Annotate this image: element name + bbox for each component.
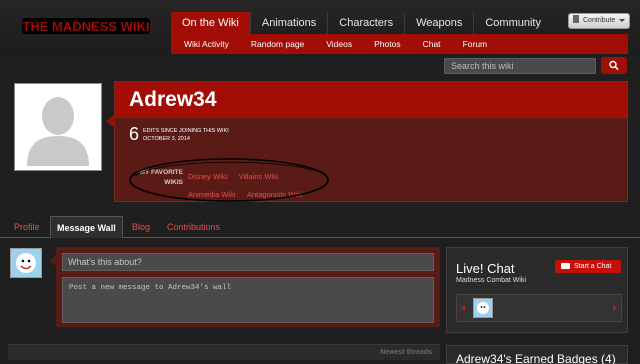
nav-subtabs: Wiki Activity Random page Videos Photos … (171, 34, 628, 54)
tab-blog[interactable]: Blog (132, 222, 150, 232)
subnav-forum[interactable]: Forum (452, 34, 499, 54)
badges-title: Adrew34's Earned Badges (4) (456, 352, 616, 364)
threads-sort-bar: Newest threads (8, 344, 440, 360)
favorite-wikis-label: MY FAVORITE WIKIS (129, 168, 183, 188)
nav-tabs: On the Wiki Animations Characters Weapon… (171, 12, 628, 34)
tab-message-wall[interactable]: Message Wall (50, 216, 123, 238)
message-composer (49, 247, 440, 327)
search-icon (609, 60, 619, 71)
nav-tab-weapons[interactable]: Weapons (404, 12, 473, 34)
user-avatar-icon (474, 299, 492, 317)
chat-users-carousel (456, 294, 622, 322)
start-chat-button[interactable]: Start a Chat (555, 260, 621, 273)
carousel-prev-icon[interactable] (461, 305, 465, 311)
subnav-chat[interactable]: Chat (412, 34, 452, 54)
nav-tab-on-the-wiki[interactable]: On the Wiki (171, 12, 250, 34)
favorite-wikis-list: Disney Wiki Villains Wiki Animedia Wiki … (188, 166, 328, 202)
favorite-wiki-link[interactable]: Villains Wiki (239, 171, 279, 183)
svg-text:THE MADNESS WIKI: THE MADNESS WIKI (22, 19, 149, 34)
nav-tab-animations[interactable]: Animations (249, 12, 327, 34)
tab-profile[interactable]: Profile (14, 222, 40, 232)
edit-count-label: EDITS SINCE JOINING THIS WIKI (143, 128, 229, 134)
start-chat-label: Start a Chat (574, 263, 612, 270)
contribute-label: Contribute (583, 17, 616, 24)
page-icon (573, 15, 579, 23)
search-input[interactable] (444, 58, 596, 74)
favorite-label-line-1: MY FAVORITE (139, 169, 183, 176)
sort-newest-threads[interactable]: Newest threads (380, 349, 432, 356)
join-date: OCTOBER 3, 2014 (143, 136, 190, 142)
favorite-label-line-2: WIKIS (164, 179, 183, 186)
user-avatar-icon (11, 249, 41, 277)
chevron-down-icon (619, 19, 625, 22)
nav-tab-characters[interactable]: Characters (327, 12, 404, 34)
subnav-random-page[interactable]: Random page (240, 34, 315, 54)
favorite-wiki-link[interactable]: Animedia Wiki (188, 189, 236, 201)
profile-masthead: Adrew34 6 EDITS SINCE JOINING THIS WIKI … (106, 81, 628, 202)
user-silhouette-icon (15, 84, 101, 170)
chat-wiki-name: Madness Combat Wiki (456, 277, 527, 284)
profile-username: Adrew34 (129, 88, 217, 111)
subnav-videos[interactable]: Videos (315, 34, 363, 54)
chat-title: Live! Chat (456, 261, 515, 276)
badges-module: Adrew34's Earned Badges (4) (446, 345, 628, 364)
search-button[interactable] (601, 57, 627, 74)
chat-user-avatar[interactable] (473, 298, 493, 318)
subnav-photos[interactable]: Photos (363, 34, 411, 54)
message-body-input[interactable] (62, 277, 434, 323)
carousel-next-icon[interactable] (613, 305, 617, 311)
profile-tabs: Profile Message Wall Blog Contributions (0, 216, 640, 238)
contribute-button[interactable]: Contribute (568, 13, 630, 29)
nav-tab-community[interactable]: Community (473, 12, 552, 34)
chat-bubble-icon (561, 263, 570, 269)
favorite-wiki-link[interactable]: Disney Wiki (188, 171, 227, 183)
favorite-wiki-link[interactable]: Antagonists Wiki (247, 189, 302, 201)
subnav-wiki-activity[interactable]: Wiki Activity (173, 34, 240, 54)
edit-count: 6 (129, 124, 140, 144)
wiki-logo[interactable]: THE MADNESS WIKI (22, 14, 150, 38)
live-chat-module: Live! Chat Madness Combat Wiki Start a C… (446, 247, 628, 333)
user-avatar (14, 83, 102, 171)
tab-contributions[interactable]: Contributions (167, 222, 220, 232)
wiki-logo-graphic: THE MADNESS WIKI (22, 18, 150, 34)
message-title-input[interactable] (62, 253, 434, 271)
main-navigation: On the Wiki Animations Characters Weapon… (171, 12, 628, 54)
current-user-avatar (10, 248, 42, 278)
